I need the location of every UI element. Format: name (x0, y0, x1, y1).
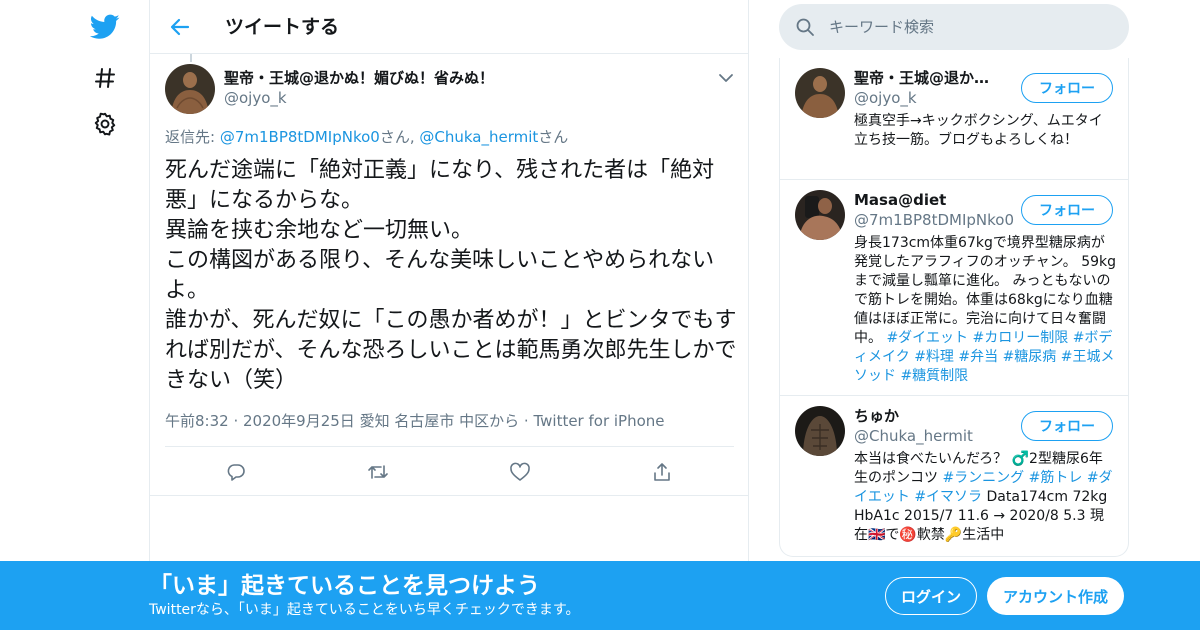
user-card-ojyo[interactable]: 聖帝・王城@退かぬ！媚びぬ！省みぬ！ @ojyo_k フォロー 極真空手→キック… (780, 58, 1128, 180)
user-card-chuka[interactable]: ちゅか @Chuka_hermit フォロー 本当は食べたいんだろ？ ♂️2型糖… (780, 396, 1128, 556)
tweet-time[interactable]: 午前8:32 (165, 412, 229, 430)
retweet-icon[interactable] (364, 458, 392, 486)
user-bio: 極真空手→キックボクシング、ムエタイ 立ち技一筋。ブログもよろしくね！ (854, 113, 1103, 148)
divider (165, 446, 734, 447)
tweet-location[interactable]: 愛知 名古屋市 中区から (360, 412, 520, 430)
twitter-logo-icon[interactable] (86, 8, 124, 46)
reply-suffix-1: さん, (379, 128, 420, 146)
tweet-author-handle[interactable]: @ojyo_k (224, 88, 287, 108)
tweet-source[interactable]: Twitter for iPhone (533, 412, 664, 430)
reply-prefix: 返信先: (165, 128, 220, 146)
tweet-author-avatar[interactable] (165, 64, 215, 114)
page-title: ツイートする (225, 16, 340, 38)
like-icon[interactable] (506, 458, 534, 486)
hashtag-link[interactable]: #料理 (914, 349, 954, 365)
user-handle[interactable]: @7m1BP8tDMIpNko0 (854, 210, 1014, 230)
avatar[interactable] (795, 190, 845, 240)
reply-icon[interactable] (222, 458, 250, 486)
hashtag-link[interactable]: #糖質制限 (900, 368, 968, 384)
tweet-metadata: 午前8:32 · 2020年9月25日 愛知 名古屋市 中区から · Twitt… (165, 410, 665, 432)
main-column: ツイートする 聖帝・王城@退かぬ！媚びぬ！省みぬ！ @ojyo_k 返信先: @… (149, 0, 749, 630)
signup-banner: 「いま」起きていることを見つけよう Twitterなら、「いま」起きていることを… (0, 561, 1200, 630)
left-nav (80, 0, 130, 630)
meta-separator: · (519, 412, 534, 430)
hashtag-link[interactable]: #カロリー制限 (973, 330, 1069, 346)
search-box (779, 4, 1129, 50)
login-button[interactable]: ログイン (885, 577, 977, 615)
reply-suffix-2: さん (538, 128, 569, 146)
search-icon (795, 17, 815, 37)
hashtag-link[interactable]: #糖尿病 (1003, 349, 1057, 365)
back-arrow-icon[interactable] (164, 12, 196, 42)
avatar[interactable] (795, 406, 845, 456)
banner-subtitle: Twitterなら、「いま」起きていることをいち早くチェックできます。 (149, 602, 580, 618)
page: ツイートする 聖帝・王城@退かぬ！媚びぬ！省みぬ！ @ojyo_k 返信先: @… (0, 0, 1200, 630)
hashtag-link[interactable]: #ランニング (942, 470, 1024, 486)
tweet-author-name[interactable]: 聖帝・王城@退かぬ！媚びぬ！省みぬ！ (224, 68, 494, 88)
reply-to-line: 返信先: @7m1BP8tDMIpNko0さん, @Chuka_hermitさん (165, 127, 568, 147)
user-name[interactable]: ちゅか (854, 406, 1004, 426)
tweet-actions (150, 454, 749, 490)
tweet-date[interactable]: 2020年9月25日 (243, 412, 355, 430)
search-input[interactable] (829, 13, 1109, 41)
follow-button[interactable]: フォロー (1021, 73, 1113, 103)
follow-button[interactable]: フォロー (1021, 195, 1113, 225)
user-handle[interactable]: @Chuka_hermit (854, 426, 1014, 446)
thread-connector-line (190, 54, 192, 62)
hashtag-link[interactable]: #イマソラ (914, 489, 982, 505)
user-card-masa[interactable]: Masa@diet @7m1BP8tDMIpNko0 フォロー 身長173cm体… (780, 180, 1128, 396)
hashtag-link[interactable]: #筋トレ (1029, 470, 1083, 486)
user-handle[interactable]: @ojyo_k (854, 88, 1014, 108)
hashtag-icon[interactable] (86, 59, 124, 97)
reply-user-link-2[interactable]: @Chuka_hermit (419, 128, 538, 146)
divider (150, 495, 749, 496)
share-icon[interactable] (648, 458, 676, 486)
user-name[interactable]: Masa@diet (854, 190, 1004, 210)
signup-button[interactable]: アカウント作成 (987, 577, 1124, 615)
header: ツイートする (150, 0, 749, 54)
meta-separator: · (228, 412, 243, 430)
user-bio: 身長173cm体重67kgで境界型糖尿病が発覚したアラフィフのオッチャン。 59… (854, 234, 1116, 386)
hashtag-link[interactable]: #弁当 (958, 349, 998, 365)
chevron-down-icon[interactable] (716, 68, 736, 88)
user-bio: 本当は食べたいんだろ？ ♂️2型糖尿6年生のポンコツ #ランニング #筋トレ #… (854, 450, 1116, 545)
avatar[interactable] (795, 68, 845, 118)
hashtag-link[interactable]: #ダイエット (886, 330, 968, 346)
user-name[interactable]: 聖帝・王城@退かぬ！媚びぬ！省みぬ！ (854, 68, 1004, 88)
tweet-text: 死んだ途端に「絶対正義」になり、残された者は「絶対悪」になるからな。 異論を挟む… (165, 158, 737, 393)
follow-button[interactable]: フォロー (1021, 411, 1113, 441)
gear-icon[interactable] (86, 105, 124, 143)
banner-title: 「いま」起きていることを見つけよう (149, 573, 540, 599)
user-list-card: 聖帝・王城@退かぬ！媚びぬ！省みぬ！ @ojyo_k フォロー 極真空手→キック… (779, 58, 1129, 557)
reply-user-link-1[interactable]: @7m1BP8tDMIpNko0 (220, 128, 380, 146)
